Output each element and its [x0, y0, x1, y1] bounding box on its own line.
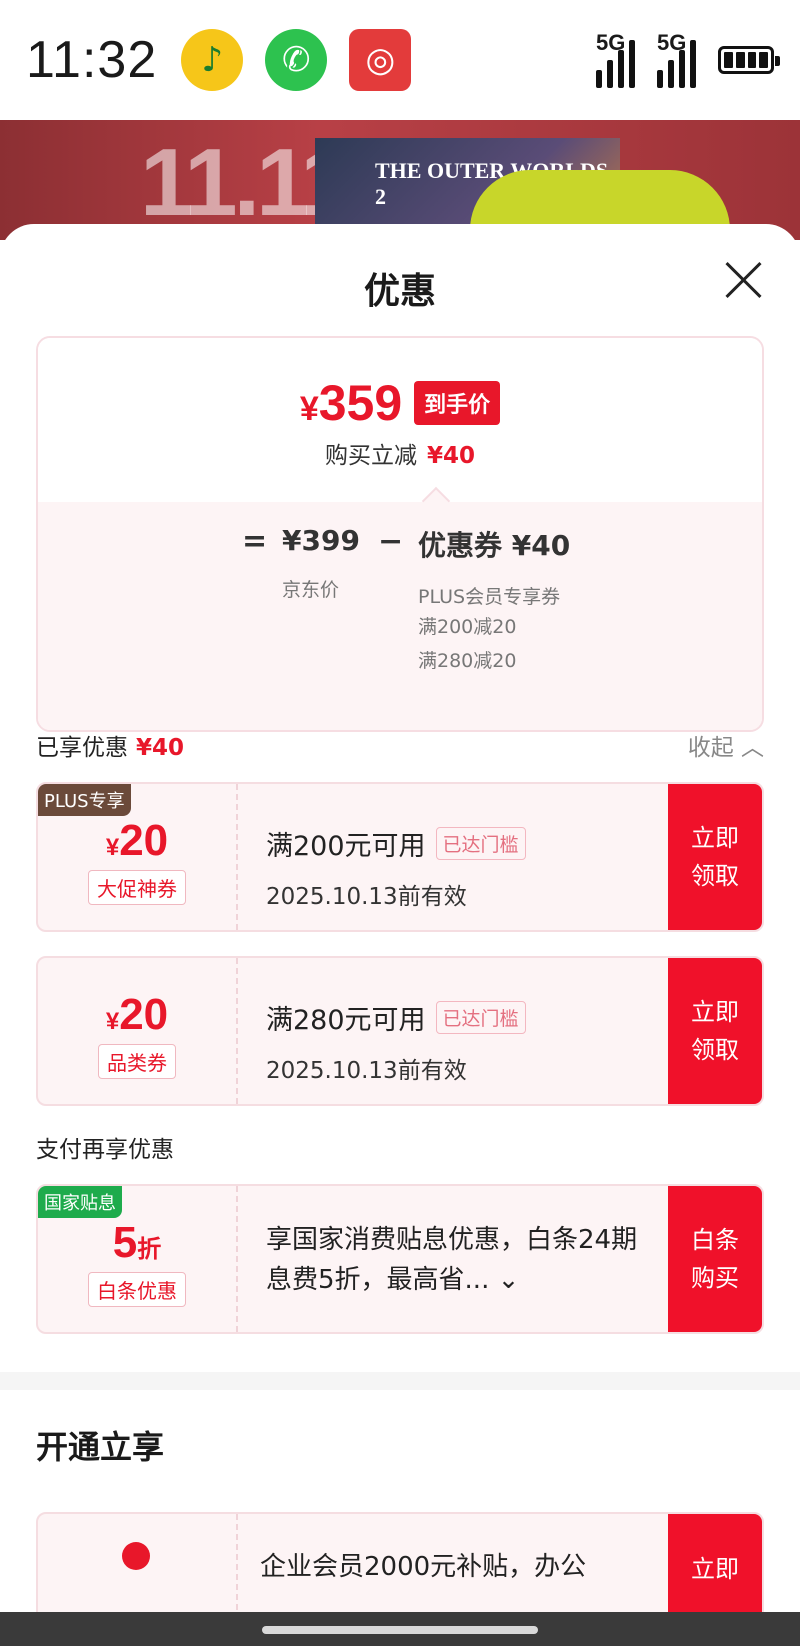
signal-icon: 5G [596, 30, 635, 88]
price-summary: ¥359 到手价 购买立减 ¥40 = ¥399 京东价 − 优惠券 ¥40 PL… [36, 336, 764, 732]
baitiao-card: 5折 白条优惠 国家贴息 享国家消费贴息优惠，白条24期息费5折，最高省... … [36, 1184, 764, 1334]
pay-section-title: 支付再享优惠 [36, 1137, 174, 1163]
enjoyed-amount: ¥40 [136, 735, 185, 761]
coupon-detail: PLUS会员专享券满200减20 [418, 586, 561, 638]
coupon-value: ¥20 [105, 990, 169, 1039]
home-indicator[interactable] [0, 1612, 800, 1646]
coupon-value: ¥20 [105, 816, 169, 865]
final-price-tag: 到手价 [414, 381, 501, 425]
reduce-label: 购买立减 [324, 443, 417, 469]
membership-description: 企业会员2000元补贴，办公 [260, 1552, 587, 1582]
threshold-badge: 已达门槛 [435, 827, 526, 860]
battery-icon [718, 46, 780, 74]
coupon-detail: 满280减20 [418, 650, 517, 672]
equals-sign: = [242, 524, 268, 559]
promo-banner: 11.11 THE OUTER WORLDS 2 [0, 120, 800, 240]
reduce-amount: ¥40 [426, 443, 475, 469]
plus-badge: PLUS专享 [38, 784, 131, 816]
jd-price-label: 京东价 [282, 579, 340, 601]
section-divider [0, 1372, 800, 1390]
collapse-button[interactable]: 收起 ︿ [688, 728, 764, 762]
claim-button[interactable]: 立即领取 [668, 958, 762, 1104]
coupon-kind: 品类券 [98, 1044, 176, 1079]
close-icon[interactable] [724, 260, 764, 300]
baitiao-buy-button[interactable]: 白条购买 [668, 1186, 762, 1332]
coupon-kind: 大促神券 [88, 870, 186, 905]
discount-value: 5折 [112, 1218, 162, 1267]
claim-button[interactable]: 立即领取 [668, 784, 762, 930]
wechat-icon: ✆ [265, 29, 328, 91]
enjoyed-header: 已享优惠 ¥40 收起 ︿ [36, 728, 764, 762]
discount-sheet: 优惠 ¥359 到手价 购买立减¥40 = ¥399 京东价 − 优惠券 ¥4 [0, 224, 800, 1646]
coupon-expiry: 2025.10.13前有效 [266, 1058, 467, 1084]
baitiao-description[interactable]: 享国家消费贴息优惠，白条24期息费5折，最高省... ⌄ [266, 1220, 646, 1300]
coupon-card: ¥20 大促神券 PLUS专享 满200元可用 已达门槛 2025.10.13前有… [36, 782, 764, 932]
jd-price: ¥399 [282, 524, 360, 557]
netease-music-icon: ◎ [349, 29, 412, 91]
status-time: 11:32 [26, 31, 158, 89]
music-icon: ♪ [181, 29, 244, 91]
coupon-kind: 白条优惠 [88, 1272, 186, 1307]
open-section-title: 开通立享 [36, 1428, 165, 1466]
minus-sign: − [378, 524, 404, 559]
threshold-badge: 已达门槛 [435, 1001, 526, 1034]
coupon-condition: 满200元可用 [266, 831, 426, 862]
coupon-card: ¥20 品类券 满280元可用 已达门槛 2025.10.13前有效 立即领取 [36, 956, 764, 1106]
coupon-condition: 满280元可用 [266, 1005, 426, 1036]
final-price: ¥359 [299, 375, 403, 431]
status-bar: 11:32 ♪ ✆ ◎ 5G 5G [0, 0, 800, 120]
gov-subsidy-badge: 国家贴息 [38, 1186, 122, 1218]
coupon-expiry: 2025.10.13前有效 [266, 884, 467, 910]
membership-icon [122, 1542, 150, 1570]
signal-icon: 5G [657, 30, 696, 88]
coupon-total: 优惠券 ¥40 [418, 529, 571, 562]
sheet-title: 优惠 [363, 271, 436, 312]
